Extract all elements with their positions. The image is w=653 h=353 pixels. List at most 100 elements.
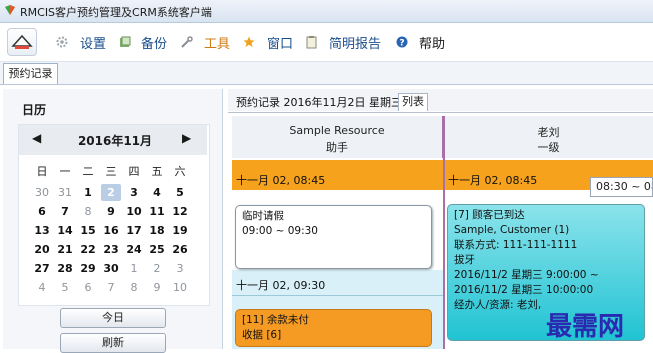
calendar-day[interactable]: 3 — [124, 184, 144, 201]
schedule-date-label: 预约记录 2016年11月2日 星期三 — [236, 96, 402, 109]
weekday-label: 四 — [128, 165, 140, 178]
calendar-day[interactable]: 7 — [55, 203, 75, 220]
calendar-day[interactable]: 11 — [147, 203, 167, 220]
today-button[interactable]: 今日 — [60, 308, 166, 328]
calendar-day[interactable]: 3 — [170, 260, 190, 277]
calendar-day[interactable]: 6 — [78, 279, 98, 296]
calendar-day[interactable]: 5 — [170, 184, 190, 201]
time-slot-label: 十一月 02, 08:45 — [448, 174, 538, 187]
calendar-day[interactable]: 18 — [147, 222, 167, 239]
watermark: 最需网 — [546, 312, 625, 342]
menu-tools[interactable]: 工具 — [204, 33, 230, 52]
calendar-day[interactable]: 22 — [78, 241, 98, 258]
backup-icon — [120, 36, 131, 47]
resource-role: 一级 — [537, 141, 560, 154]
calendar-day[interactable]: 24 — [124, 241, 144, 258]
calendar-day[interactable]: 29 — [78, 260, 98, 277]
time-slot-label: 十一月 02, 08:45 — [236, 174, 326, 187]
app-logo-icon — [5, 5, 15, 15]
tab-booking-records[interactable]: 预约记录 — [3, 63, 58, 84]
appointment-service: 拔牙 — [454, 254, 475, 266]
calendar-day[interactable]: 14 — [55, 222, 75, 239]
calendar-day[interactable]: 9 — [101, 203, 121, 220]
appointment-card[interactable]: [11] 余款未付 收据 [6] — [235, 309, 432, 347]
menu-backup[interactable]: 备份 — [141, 33, 167, 52]
calendar-day[interactable]: 31 — [55, 184, 75, 201]
calendar-day[interactable]: 25 — [147, 241, 167, 258]
calendar-day[interactable]: 5 — [55, 279, 75, 296]
appointment-time: 09:00 ~ 09:30 — [242, 225, 318, 237]
report-icon — [306, 36, 317, 49]
calendar-day[interactable]: 15 — [78, 222, 98, 239]
calendar-day[interactable]: 10 — [170, 279, 190, 296]
calendar-day[interactable]: 28 — [55, 260, 75, 277]
resource-name: Sample Resource — [289, 124, 385, 137]
appointment-contact: 联系方式: 111-111-1111 — [454, 239, 578, 251]
calendar-day[interactable]: 1 — [124, 260, 144, 277]
calendar-day[interactable]: 27 — [32, 260, 52, 277]
svg-text:?: ? — [399, 39, 404, 49]
appointment-start: 2016/11/2 星期三 9:00:00 ~ — [454, 269, 599, 281]
calendar-title: 日历 — [22, 103, 47, 117]
weekday-label: 日 — [36, 165, 48, 178]
calendar-day[interactable]: 4 — [147, 184, 167, 201]
appointment-status: [11] 余款未付 — [242, 314, 309, 326]
resource-role: 助手 — [326, 141, 348, 154]
next-month-button[interactable]: ▶ — [182, 131, 191, 145]
calendar-day[interactable]: 19 — [170, 222, 190, 239]
window-title: RMCIS客户预约管理及CRM系统客户端 — [20, 6, 212, 19]
calendar-day[interactable]: 8 — [124, 279, 144, 296]
appointment-title: 临时请假 — [242, 210, 284, 222]
menu-help[interactable]: 帮助 — [419, 33, 445, 52]
calendar-day[interactable]: 2 — [147, 260, 167, 277]
calendar-day[interactable]: 20 — [32, 241, 52, 258]
calendar-day[interactable]: 13 — [32, 222, 52, 239]
calendar-day[interactable]: 8 — [78, 203, 98, 220]
app-home-icon — [11, 34, 33, 49]
gear-icon — [56, 36, 68, 48]
tools-icon — [181, 36, 193, 48]
calendar-day[interactable]: 9 — [147, 279, 167, 296]
column-divider — [443, 116, 445, 349]
star-icon — [243, 36, 255, 47]
calendar-day[interactable]: 4 — [32, 279, 52, 296]
calendar-day[interactable]: 12 — [170, 203, 190, 220]
time-slot-label: 十一月 02, 09:30 — [236, 279, 326, 292]
menu-settings[interactable]: 设置 — [80, 33, 106, 52]
appointment-end: 2016/11/2 星期三 10:00:00 — [454, 284, 594, 296]
calendar-day[interactable]: 26 — [170, 241, 190, 258]
tab-list-view[interactable]: 列表 — [398, 93, 428, 111]
calendar-day[interactable]: 17 — [124, 222, 144, 239]
help-icon: ? — [396, 36, 408, 48]
calendar-day[interactable]: 6 — [32, 203, 52, 220]
calendar-day[interactable]: 23 — [101, 241, 121, 258]
menu-report[interactable]: 简明报告 — [329, 33, 381, 52]
weekday-label: 二 — [82, 165, 94, 178]
appointment-receipt: 收据 [6] — [242, 329, 282, 341]
calendar-day[interactable]: 30 — [101, 260, 121, 277]
weekday-label: 三 — [105, 165, 117, 178]
refresh-button[interactable]: 刷新 — [60, 333, 166, 353]
menu-window[interactable]: 窗口 — [267, 33, 293, 52]
document-tab-strip — [0, 62, 653, 85]
calendar-day[interactable]: 1 — [78, 184, 98, 201]
calendar-month-label[interactable]: 2016年11月 — [60, 132, 170, 149]
calendar-day[interactable]: 7 — [101, 279, 121, 296]
time-tooltip: 08:30 ~ 08:45 — [590, 177, 653, 197]
appointment-customer: Sample, Customer (1) — [454, 224, 570, 236]
calendar-day[interactable]: 21 — [55, 241, 75, 258]
calendar-day[interactable]: 10 — [124, 203, 144, 220]
weekday-label: 六 — [174, 165, 186, 178]
calendar-day-selected[interactable]: 2 — [101, 184, 121, 201]
prev-month-button[interactable]: ◀ — [32, 131, 41, 145]
weekday-label: 一 — [59, 165, 71, 178]
resource-name: 老刘 — [537, 126, 560, 139]
calendar-day[interactable]: 30 — [32, 184, 52, 201]
appointment-status: [7] 顾客已到达 — [454, 209, 525, 221]
title-bar: RMCIS客户预约管理及CRM系统客户端 — [0, 0, 653, 23]
app-menu-button[interactable] — [7, 28, 37, 56]
slot-divider — [232, 295, 443, 296]
calendar-day[interactable]: 16 — [101, 222, 121, 239]
appointment-card[interactable]: 临时请假 09:00 ~ 09:30 — [235, 205, 432, 269]
weekday-label: 五 — [151, 165, 163, 178]
